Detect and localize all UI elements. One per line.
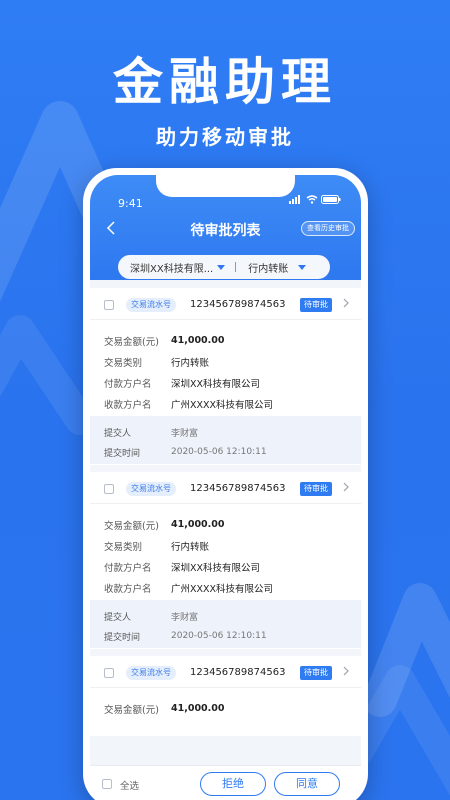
field-row: 付款方户名 深圳XX科技有限公司 xyxy=(90,556,361,577)
approval-list: 交易流水号 123456789874563 待审批 交易金额(元) 41,000.… xyxy=(90,288,361,743)
field-row: 交易金额(元) 41,000.00 xyxy=(90,514,361,535)
filter-type-dropdown[interactable]: 行内转账 xyxy=(236,260,307,275)
status-badge: 待审批 xyxy=(300,666,332,680)
card-body: 交易金额(元) 41,000.00 交易类别 行内转账 付款方户名 深圳XX科技有限公… xyxy=(90,504,361,600)
caret-down-icon xyxy=(298,264,307,270)
field-value: 41,000.00 xyxy=(171,335,225,346)
submit-time-value: 2020-05-06 12:10:11 xyxy=(171,631,267,641)
submitter-value: 李财富 xyxy=(171,428,199,439)
field-value: 广州XXXX科技有限公司 xyxy=(171,399,274,411)
signal-icon xyxy=(289,195,300,204)
card-footer: 提交人 李财富 提交时间 2020-05-06 12:10:11 xyxy=(90,416,361,464)
field-row: 交易类别 行内转账 xyxy=(90,351,361,372)
serial-tag: 交易流水号 xyxy=(126,482,176,496)
status-badge: 待审批 xyxy=(300,298,332,312)
chevron-right-icon[interactable] xyxy=(343,481,349,495)
field-value: 41,000.00 xyxy=(171,519,225,530)
submitter-row: 提交人 李财富 xyxy=(90,606,361,626)
card-footer: 提交人 李财富 提交时间 2020-05-06 12:10:11 xyxy=(90,600,361,648)
agree-button[interactable]: 同意 xyxy=(274,772,340,796)
chevron-right-icon[interactable] xyxy=(343,297,349,311)
field-label: 交易金额(元) xyxy=(104,704,159,716)
select-all-label[interactable]: 全选 xyxy=(120,778,139,792)
field-label: 交易类别 xyxy=(104,357,143,369)
card-body: 交易金额(元) 41,000.00 xyxy=(90,688,361,736)
field-row: 收款方户名 广州XXXX科技有限公司 xyxy=(90,577,361,598)
submitter-label: 提交人 xyxy=(104,612,132,623)
field-label: 付款方户名 xyxy=(104,562,152,574)
submitter-value: 李财富 xyxy=(171,612,199,623)
filter-company-label: 深圳XX科技有限... xyxy=(130,263,214,275)
phone-frame: 9:41 待审批列表 查看历史审批 深圳XX科技有限... 行内转账 交易流水号… xyxy=(83,168,368,800)
field-value: 深圳XX科技有限公司 xyxy=(171,562,261,574)
battery-icon xyxy=(321,195,341,204)
approval-card[interactable]: 交易流水号 123456789874563 待审批 交易金额(元) 41,000.… xyxy=(90,288,361,465)
chevron-right-icon[interactable] xyxy=(343,665,349,679)
card-body: 交易金额(元) 41,000.00 交易类别 行内转账 付款方户名 深圳XX科技有限公… xyxy=(90,320,361,416)
field-label: 付款方户名 xyxy=(104,378,152,390)
field-row: 交易类别 行内转账 xyxy=(90,535,361,556)
card-checkbox[interactable] xyxy=(104,300,114,310)
field-label: 交易金额(元) xyxy=(104,336,159,348)
caret-down-icon xyxy=(217,264,226,270)
phone-notch xyxy=(156,175,295,197)
field-value: 行内转账 xyxy=(171,357,210,369)
serial-tag: 交易流水号 xyxy=(126,298,176,312)
card-header: 交易流水号 123456789874563 待审批 xyxy=(90,288,361,320)
field-label: 交易金额(元) xyxy=(104,520,159,532)
submit-time-row: 提交时间 2020-05-06 12:10:11 xyxy=(90,442,361,462)
history-approval-button[interactable]: 查看历史审批 xyxy=(301,221,355,236)
filter-type-label: 行内转账 xyxy=(248,263,289,275)
field-row: 付款方户名 深圳XX科技有限公司 xyxy=(90,372,361,393)
approval-card[interactable]: 交易流水号 123456789874563 待审批 交易金额(元) 41,000.… xyxy=(90,656,361,736)
status-badge: 待审批 xyxy=(300,482,332,496)
status-icons xyxy=(289,195,341,204)
submit-time-label: 提交时间 xyxy=(104,448,141,459)
bottom-action-bar: 全选 拒绝 同意 xyxy=(90,765,361,800)
status-time: 9:41 xyxy=(118,197,143,210)
serial-number: 123456789874563 xyxy=(190,667,286,678)
serial-tag: 交易流水号 xyxy=(126,666,176,680)
submitter-label: 提交人 xyxy=(104,428,132,439)
submit-time-row: 提交时间 2020-05-06 12:10:11 xyxy=(90,626,361,646)
field-value: 41,000.00 xyxy=(171,703,225,714)
select-all-checkbox[interactable] xyxy=(102,779,112,789)
submitter-row: 提交人 李财富 xyxy=(90,422,361,442)
field-row: 交易金额(元) 41,000.00 xyxy=(90,698,361,719)
field-row: 收款方户名 广州XXXX科技有限公司 xyxy=(90,393,361,414)
field-label: 收款方户名 xyxy=(104,399,152,411)
submit-time-value: 2020-05-06 12:10:11 xyxy=(171,447,267,457)
field-row: 交易金额(元) 41,000.00 xyxy=(90,330,361,351)
field-value: 深圳XX科技有限公司 xyxy=(171,378,261,390)
filter-company-dropdown[interactable]: 深圳XX科技有限... xyxy=(118,260,226,275)
reject-button[interactable]: 拒绝 xyxy=(200,772,266,796)
card-checkbox[interactable] xyxy=(104,484,114,494)
wifi-icon xyxy=(306,195,318,204)
serial-number: 123456789874563 xyxy=(190,483,286,494)
phone-screen: 9:41 待审批列表 查看历史审批 深圳XX科技有限... 行内转账 交易流水号… xyxy=(90,175,361,800)
submit-time-label: 提交时间 xyxy=(104,632,141,643)
field-value: 广州XXXX科技有限公司 xyxy=(171,583,274,595)
field-label: 收款方户名 xyxy=(104,583,152,595)
approval-card[interactable]: 交易流水号 123456789874563 待审批 交易金额(元) 41,000.… xyxy=(90,472,361,649)
hero-subtitle: 助力移动审批 xyxy=(156,125,294,149)
card-checkbox[interactable] xyxy=(104,668,114,678)
field-value: 行内转账 xyxy=(171,541,210,553)
hero-title: 金融助理 xyxy=(113,53,337,111)
serial-number: 123456789874563 xyxy=(190,299,286,310)
filter-bar: 深圳XX科技有限... 行内转账 xyxy=(118,255,330,279)
field-label: 交易类别 xyxy=(104,541,143,553)
card-header: 交易流水号 123456789874563 待审批 xyxy=(90,472,361,504)
card-header: 交易流水号 123456789874563 待审批 xyxy=(90,656,361,688)
